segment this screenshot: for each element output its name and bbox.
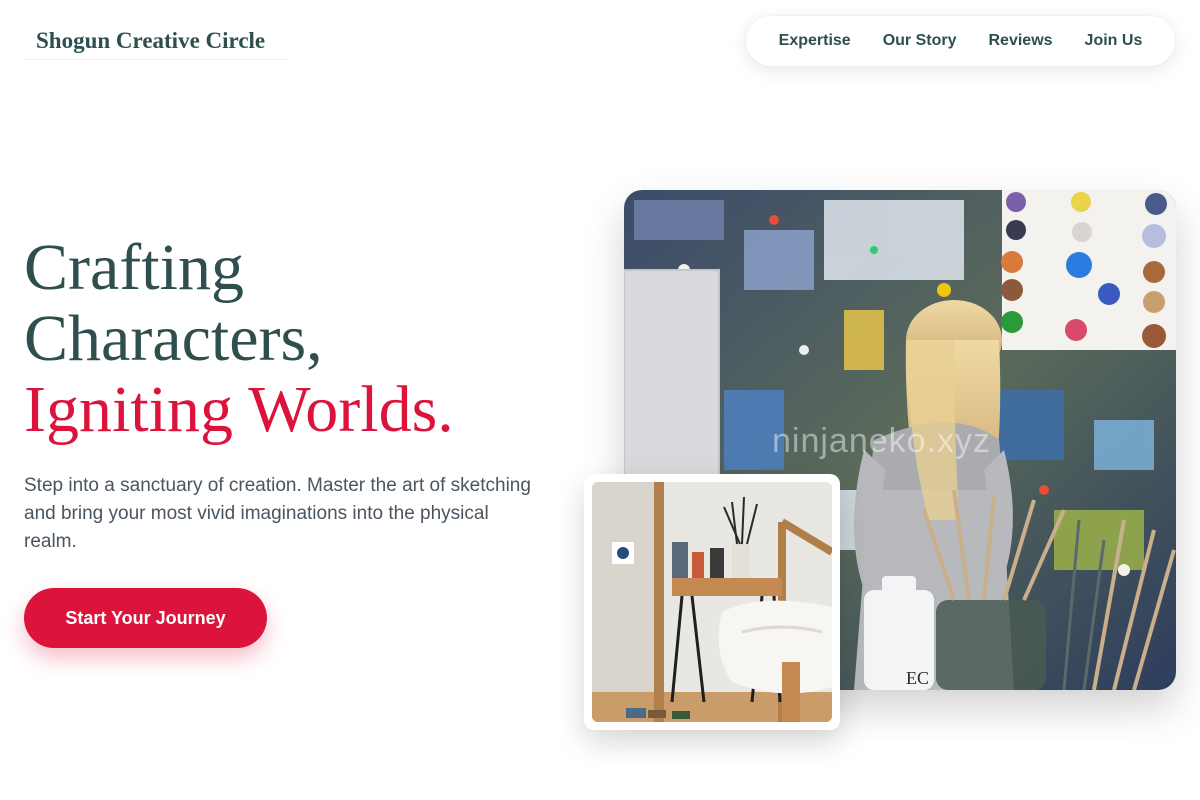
hero-inset-image	[592, 482, 832, 722]
nav-item-reviews[interactable]: Reviews	[989, 32, 1053, 50]
hero-title: Crafting Characters, Igniting Worlds.	[24, 232, 584, 445]
hero-description: Step into a sanctuary of creation. Maste…	[24, 475, 531, 552]
nav-item-join-us[interactable]: Join Us	[1085, 32, 1143, 50]
svg-text:EC: EC	[906, 668, 929, 688]
brand-logo[interactable]: Shogun Creative Circle	[24, 22, 288, 60]
hero-title-accent: Igniting Worlds.	[24, 373, 454, 446]
start-journey-button[interactable]: Start Your Journey	[24, 588, 267, 648]
hero-title-line-2: Characters,	[24, 302, 323, 375]
hero-title-line-1: Crafting	[24, 231, 244, 304]
nav-item-our-story[interactable]: Our Story	[883, 32, 957, 50]
image-watermark: ninjaneko.xyz	[772, 422, 992, 460]
hero-inset-image-frame	[584, 474, 840, 730]
main-nav: Expertise Our Story Reviews Join Us	[746, 16, 1175, 66]
easel-studio-illustration	[592, 482, 832, 722]
nav-item-expertise[interactable]: Expertise	[779, 32, 851, 50]
